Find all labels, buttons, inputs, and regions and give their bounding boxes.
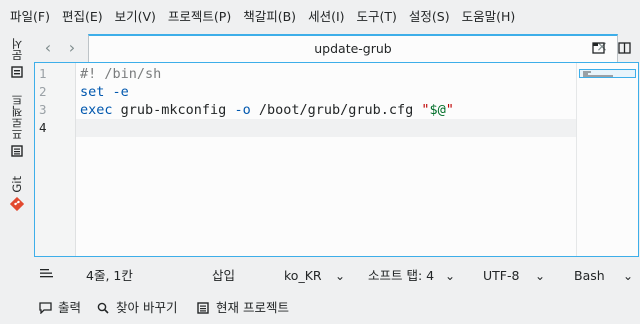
sidebar-tab-label: Git: [10, 176, 24, 193]
back-arrow-icon[interactable]: ‹: [38, 38, 58, 58]
chevron-down-icon[interactable]: ⌄: [534, 268, 546, 284]
code-token: exec: [80, 102, 113, 118]
tab-update-grub[interactable]: update-grub ×: [88, 34, 618, 62]
new-tab-icon[interactable]: [588, 38, 608, 58]
line-number: 1: [39, 66, 47, 81]
forward-arrow-icon[interactable]: ›: [62, 38, 82, 58]
sidebar-tab-projects[interactable]: 프로젝트: [6, 94, 28, 158]
chevron-down-icon[interactable]: ⌄: [334, 268, 346, 284]
menu-help[interactable]: 도움말(H): [456, 5, 522, 29]
menu-bar: 파일(F) 편집(E) 보기(V) 프로젝트(P) 책갈피(B) 세션(I) 도…: [0, 0, 640, 34]
encoding[interactable]: UTF-8: [483, 268, 519, 284]
code-token: -o: [234, 102, 251, 118]
project-icon: [196, 301, 210, 315]
bottom-toolbar: 출력 찾아 바꾸기 현재 프로젝트: [0, 294, 640, 324]
code-token: ": [445, 102, 454, 118]
code-line[interactable]: [76, 119, 576, 137]
code-token: $@: [429, 102, 446, 118]
current-project-label: 현재 프로젝트: [216, 300, 289, 315]
cursor-position[interactable]: 4줄, 1칸: [86, 268, 133, 284]
search-replace-tab[interactable]: 찾아 바꾸기: [96, 300, 177, 316]
search-icon: [96, 301, 110, 315]
code-line[interactable]: #! /bin/sh: [79, 65, 576, 83]
sidebar-tab-label: 프로젝트: [10, 94, 24, 140]
output-tab[interactable]: 출력: [38, 300, 81, 316]
syntax-mode[interactable]: Bash: [574, 268, 605, 284]
code-token: set: [80, 84, 105, 100]
line-number: 2: [39, 84, 47, 99]
code-area[interactable]: #! /bin/sh set -e exec grub-mkconfig -o /b…: [76, 65, 576, 137]
menu-settings[interactable]: 설정(S): [403, 5, 456, 29]
document-icon: [10, 65, 24, 79]
menu-project[interactable]: 프로젝트(P): [162, 5, 237, 29]
output-icon: [38, 301, 52, 315]
sidebar-tab-git[interactable]: Git: [6, 176, 28, 211]
menu-file[interactable]: 파일(F): [4, 5, 56, 29]
line-number: 4: [39, 120, 47, 135]
menu-edit[interactable]: 편집(E): [56, 5, 109, 29]
code-token: ": [421, 102, 430, 118]
sidebar-tab-documents[interactable]: 문서: [6, 38, 28, 79]
input-mode[interactable]: 삽입: [212, 268, 235, 284]
project-icon: [10, 144, 24, 158]
split-view-icon[interactable]: [614, 38, 634, 58]
code-token: -e: [112, 84, 129, 100]
git-icon: [10, 196, 24, 211]
menu-tools[interactable]: 도구(T): [351, 5, 403, 29]
code-token: #! /bin/sh: [80, 66, 162, 82]
sidebar-tab-label: 문서: [10, 38, 24, 61]
menu-sessions[interactable]: 세션(I): [302, 5, 350, 29]
line-number-gutter: 1 2 3 4: [35, 63, 76, 256]
status-bar: 4줄, 1칸 삽입 ko_KR ⌄ 소프트 탭: 4 ⌄ UTF-8 ⌄ Bas…: [34, 262, 640, 290]
menu-view[interactable]: 보기(V): [109, 5, 162, 29]
code-line[interactable]: set -e: [79, 83, 576, 101]
editor-view[interactable]: 1 2 3 4 #! /bin/sh set -e exec grub-mkconf…: [34, 62, 639, 257]
indent-setting[interactable]: 소프트 탭: 4: [368, 268, 434, 284]
chevron-down-icon[interactable]: ⌄: [444, 268, 456, 284]
chevron-down-icon[interactable]: ⌄: [622, 268, 634, 284]
tab-title: update-grub: [314, 41, 392, 56]
current-project-tab[interactable]: 현재 프로젝트: [196, 300, 289, 316]
code-line[interactable]: exec grub-mkconfig -o /boot/grub/grub.cf…: [79, 101, 576, 119]
document-list-icon[interactable]: [40, 268, 54, 284]
minimap[interactable]: [576, 63, 638, 256]
search-replace-label: 찾아 바꾸기: [116, 300, 178, 315]
code-token: /boot/grub/grub.cfg: [250, 102, 422, 118]
menu-bookmarks[interactable]: 책갈피(B): [237, 5, 302, 29]
left-sidebar: 문서 프로젝트 Git: [0, 34, 32, 262]
tab-bar: ‹ › update-grub ×: [34, 34, 640, 62]
minimap-line: [583, 75, 613, 77]
code-token: grub-mkconfig: [112, 102, 235, 118]
output-label: 출력: [58, 300, 82, 315]
line-number: 3: [39, 102, 47, 117]
dictionary-language[interactable]: ko_KR: [284, 268, 322, 284]
